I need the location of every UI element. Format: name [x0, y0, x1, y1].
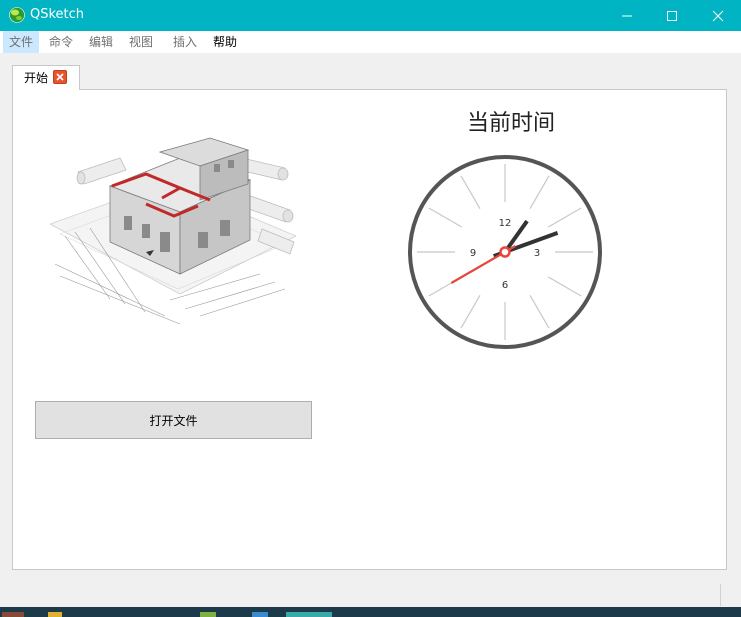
- menu-bar: 文件 命令 编辑 视图 插入 帮助: [0, 31, 741, 53]
- close-icon: [712, 10, 724, 22]
- taskbar-app-icon[interactable]: [2, 612, 24, 617]
- tab-start-label: 开始: [24, 71, 49, 85]
- taskbar-app-icon[interactable]: [200, 612, 216, 617]
- tab-close-button[interactable]: [53, 70, 67, 84]
- close-icon: [56, 73, 64, 81]
- start-page-panel: 打开文件 当前时间 12 3 6 9: [12, 89, 727, 570]
- menu-insert[interactable]: 插入: [167, 31, 203, 53]
- close-button[interactable]: [695, 0, 741, 31]
- taskbar-qsketch-icon[interactable]: [286, 612, 332, 617]
- title-bar[interactable]: QSketch: [0, 0, 741, 31]
- tab-start[interactable]: 开始: [12, 65, 80, 90]
- clock-numeral-6: 6: [502, 280, 508, 291]
- menu-file[interactable]: 文件: [3, 31, 40, 53]
- taskbar-strip: [0, 607, 741, 617]
- window-title: QSketch: [30, 7, 85, 22]
- status-bar: [0, 580, 741, 607]
- taskbar-app-icon[interactable]: [48, 612, 62, 617]
- menu-edit[interactable]: 编辑: [83, 31, 119, 53]
- open-file-button[interactable]: 打开文件: [35, 401, 312, 439]
- taskbar-app-icon[interactable]: [252, 612, 268, 617]
- minimize-button[interactable]: [604, 0, 650, 31]
- clock-title: 当前时间: [466, 111, 555, 136]
- minimize-icon: [622, 15, 632, 17]
- house-illustration: [50, 137, 296, 325]
- maximize-button[interactable]: [649, 0, 695, 31]
- size-grip[interactable]: [720, 584, 721, 606]
- application-window: QSketch 文件 命令 编辑 视图 插入 帮助 开始 打开文件 当前时间 1…: [0, 0, 741, 617]
- menu-command[interactable]: 命令: [43, 31, 79, 53]
- maximize-icon: [667, 11, 677, 21]
- clock-numeral-9: 9: [470, 248, 476, 259]
- clock-numeral-12: 12: [499, 218, 512, 229]
- clock-center-pin: [499, 246, 511, 258]
- menu-help[interactable]: 帮助: [207, 31, 243, 53]
- analog-clock: 12 3 6 9: [408, 155, 602, 349]
- clock-numeral-3: 3: [534, 248, 540, 259]
- menu-view[interactable]: 视图: [123, 31, 159, 53]
- app-icon: [9, 7, 25, 23]
